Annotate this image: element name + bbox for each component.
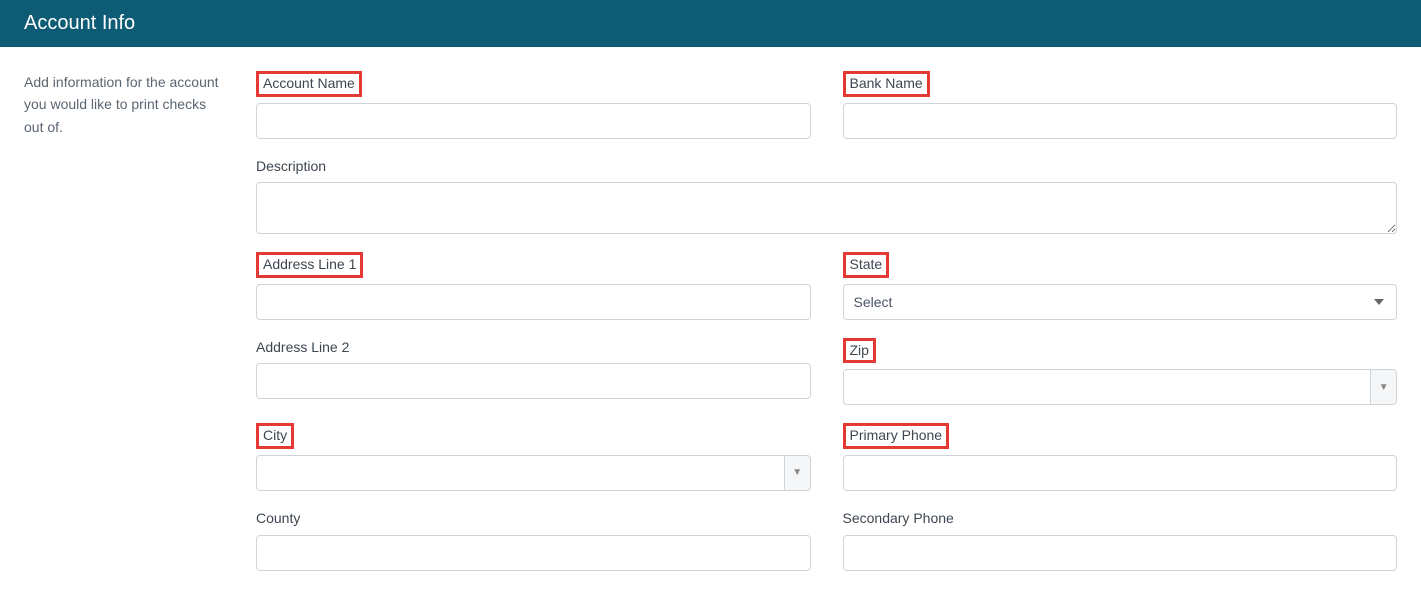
zip-dropdown-button[interactable]: ▼ — [1370, 369, 1397, 405]
address-line-2-group: Address Line 2 — [256, 338, 811, 406]
city-group: City ▼ — [256, 423, 811, 491]
page-header: Account Info — [0, 0, 1421, 47]
bank-name-label: Bank Name — [843, 71, 930, 97]
zip-label: Zip — [843, 338, 876, 364]
bank-name-input[interactable] — [843, 103, 1398, 139]
city-input[interactable] — [256, 455, 784, 491]
chevron-down-icon: ▼ — [792, 467, 802, 478]
primary-phone-input[interactable] — [843, 455, 1398, 491]
state-group: State Select — [843, 252, 1398, 320]
primary-phone-label: Primary Phone — [843, 423, 950, 449]
county-label: County — [256, 509, 811, 529]
address-line-2-input[interactable] — [256, 363, 811, 399]
state-select[interactable]: Select — [843, 284, 1398, 320]
city-dropdown-button[interactable]: ▼ — [784, 455, 811, 491]
county-group: County — [256, 509, 811, 571]
chevron-down-icon: ▼ — [1379, 382, 1389, 393]
zip-group: Zip ▼ — [843, 338, 1398, 406]
form-area: Account Name Bank Name Description Addre… — [256, 71, 1397, 589]
address-line-1-group: Address Line 1 — [256, 252, 811, 320]
bank-name-group: Bank Name — [843, 71, 1398, 139]
secondary-phone-input[interactable] — [843, 535, 1398, 571]
description-input[interactable] — [256, 182, 1397, 234]
secondary-phone-label: Secondary Phone — [843, 509, 1398, 529]
address-line-1-label: Address Line 1 — [256, 252, 363, 278]
account-name-input[interactable] — [256, 103, 811, 139]
account-name-group: Account Name — [256, 71, 811, 139]
address-line-1-input[interactable] — [256, 284, 811, 320]
state-label: State — [843, 252, 890, 278]
sidebar-description: Add information for the account you woul… — [24, 71, 224, 589]
primary-phone-group: Primary Phone — [843, 423, 1398, 491]
zip-input[interactable] — [843, 369, 1371, 405]
page-title: Account Info — [24, 12, 135, 34]
city-label: City — [256, 423, 294, 449]
content-area: Add information for the account you woul… — [0, 47, 1421, 613]
account-name-label: Account Name — [256, 71, 362, 97]
description-label: Description — [256, 157, 1397, 177]
address-line-2-label: Address Line 2 — [256, 338, 811, 358]
description-group: Description — [256, 157, 1397, 235]
secondary-phone-group: Secondary Phone — [843, 509, 1398, 571]
county-input[interactable] — [256, 535, 811, 571]
